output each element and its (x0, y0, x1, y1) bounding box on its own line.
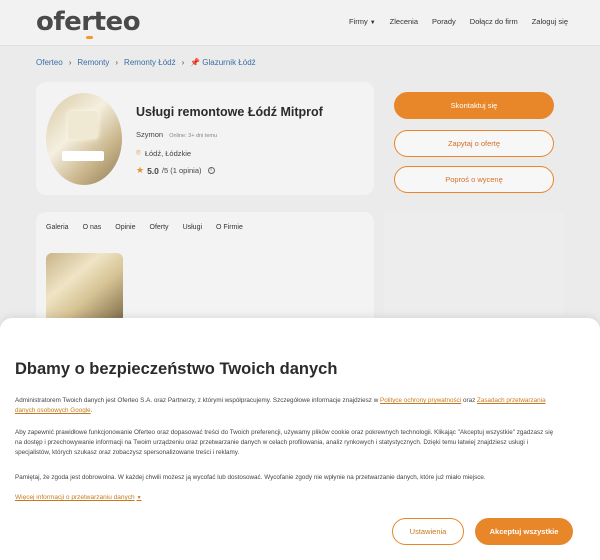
nav-dolacz[interactable]: Dołącz do firm (470, 17, 518, 26)
pin-icon: 📌 (190, 58, 201, 67)
tab-galeria[interactable]: Galeria (46, 224, 69, 231)
tab-o-nas[interactable]: O nas (83, 224, 102, 231)
online-status: Online: 3+ dni temu (169, 133, 218, 139)
main-nav: Firmy ▼ Zlecenia Porady Dołącz do firm Za… (349, 17, 568, 26)
consent-paragraph-2: Aby zapewnić prawidłowe funkcjonowanie O… (15, 429, 554, 456)
breadcrumb-remonty[interactable]: Remonty (77, 58, 109, 67)
ask-offer-button[interactable]: Zapytaj o ofertę (394, 130, 554, 157)
chevron-down-icon: ▼ (369, 20, 376, 26)
rating-row: ★ 5.0 /5 (1 opinia) i (136, 165, 215, 176)
ask-quote-button[interactable]: Poproś o wycenę (394, 166, 554, 193)
action-panel: Skontaktuj się Zapytaj o ofertę Poproś o… (384, 82, 564, 202)
more-info-link[interactable]: Więcej informacji o przetwarzaniu danych… (15, 494, 142, 501)
breadcrumb: Oferteo › Remonty › Remonty Łódź › 📌 Glaz… (36, 58, 256, 67)
breadcrumb-remonty-lodz[interactable]: Remonty Łódź (124, 58, 176, 67)
chevron-right-icon: › (115, 58, 119, 67)
nav-zaloguj[interactable]: Zaloguj się (532, 17, 568, 26)
settings-button[interactable]: Ustawienia (392, 518, 464, 545)
gallery-image[interactable] (46, 253, 123, 323)
owner-row: Szymon Online: 3+ dni temu (136, 130, 217, 139)
contact-button[interactable]: Skontaktuj się (394, 92, 554, 119)
chevron-down-icon: ▼ (136, 495, 142, 501)
site-header: oferteo Firmy ▼ Zlecenia Porady Dołącz do… (0, 0, 600, 46)
chevron-right-icon: › (181, 58, 185, 67)
avatar-mirror-shape (68, 111, 98, 139)
location-text: Łódź, Łódzkie (144, 148, 192, 158)
consent-title: Dbamy o bezpieczeństwo Twoich danych (15, 360, 338, 378)
breadcrumb-glazurnik-label: Glazurnik Łódź (202, 58, 256, 67)
location-row: ⌾ Łódź, Łódzkie (136, 148, 191, 158)
oferteo-logo[interactable]: oferteo (36, 7, 141, 37)
nav-zlecenia[interactable]: Zlecenia (390, 17, 418, 26)
tab-o-firmie[interactable]: O Firmie (216, 224, 243, 231)
avatar-sink-shape (62, 151, 104, 161)
consent-paragraph-1: Administratorem Twoich danych jest Ofert… (15, 396, 555, 416)
company-title: Usługi remontowe Łódź Mitprof (136, 105, 323, 119)
profile-card: Usługi remontowe Łódź Mitprof Szymon Onl… (36, 82, 374, 195)
rating-suffix[interactable]: /5 (1 opinia) (162, 166, 202, 175)
nav-firmy[interactable]: Firmy ▼ (349, 17, 376, 26)
consent-p1-mid: oraz (461, 397, 477, 404)
nav-porady[interactable]: Porady (432, 17, 456, 26)
profile-tabs: Galeria O nas Opinie Oferty Usługi O Fir… (46, 224, 243, 231)
cookie-consent-modal: Dbamy o bezpieczeństwo Twoich danych Adm… (0, 318, 600, 560)
info-icon[interactable]: i (207, 167, 215, 174)
consent-paragraph-3: Pamiętaj, że zgoda jest dobrowolna. W ka… (15, 474, 486, 481)
accept-all-button[interactable]: Akceptuj wszystkie (475, 518, 573, 545)
owner-name: Szymon (136, 130, 164, 139)
nav-firmy-label: Firmy (348, 17, 368, 26)
more-info-label: Więcej informacji o przetwarzaniu danych (15, 494, 135, 501)
content-card: Galeria O nas Opinie Oferty Usługi O Fir… (36, 212, 374, 332)
company-avatar (46, 93, 122, 185)
consent-p1-text: Administratorem Twoich danych jest Ofert… (15, 397, 381, 404)
privacy-policy-link[interactable]: Polityce ochrony prywatności (380, 397, 461, 404)
rating-value: 5.0 (147, 165, 159, 176)
tab-opinie[interactable]: Opinie (115, 224, 135, 231)
star-icon: ★ (136, 165, 145, 175)
logo-accent (86, 36, 93, 39)
chevron-right-icon: › (68, 58, 72, 67)
location-pin-icon: ⌾ (136, 148, 141, 157)
breadcrumb-glazurnik[interactable]: 📌 Glazurnik Łódź (190, 58, 255, 67)
side-panel (384, 212, 564, 332)
breadcrumb-oferteo[interactable]: Oferteo (36, 58, 63, 67)
consent-p1-end: . (90, 407, 93, 414)
tab-oferty[interactable]: Oferty (150, 224, 169, 231)
tab-uslugi[interactable]: Usługi (183, 224, 202, 231)
